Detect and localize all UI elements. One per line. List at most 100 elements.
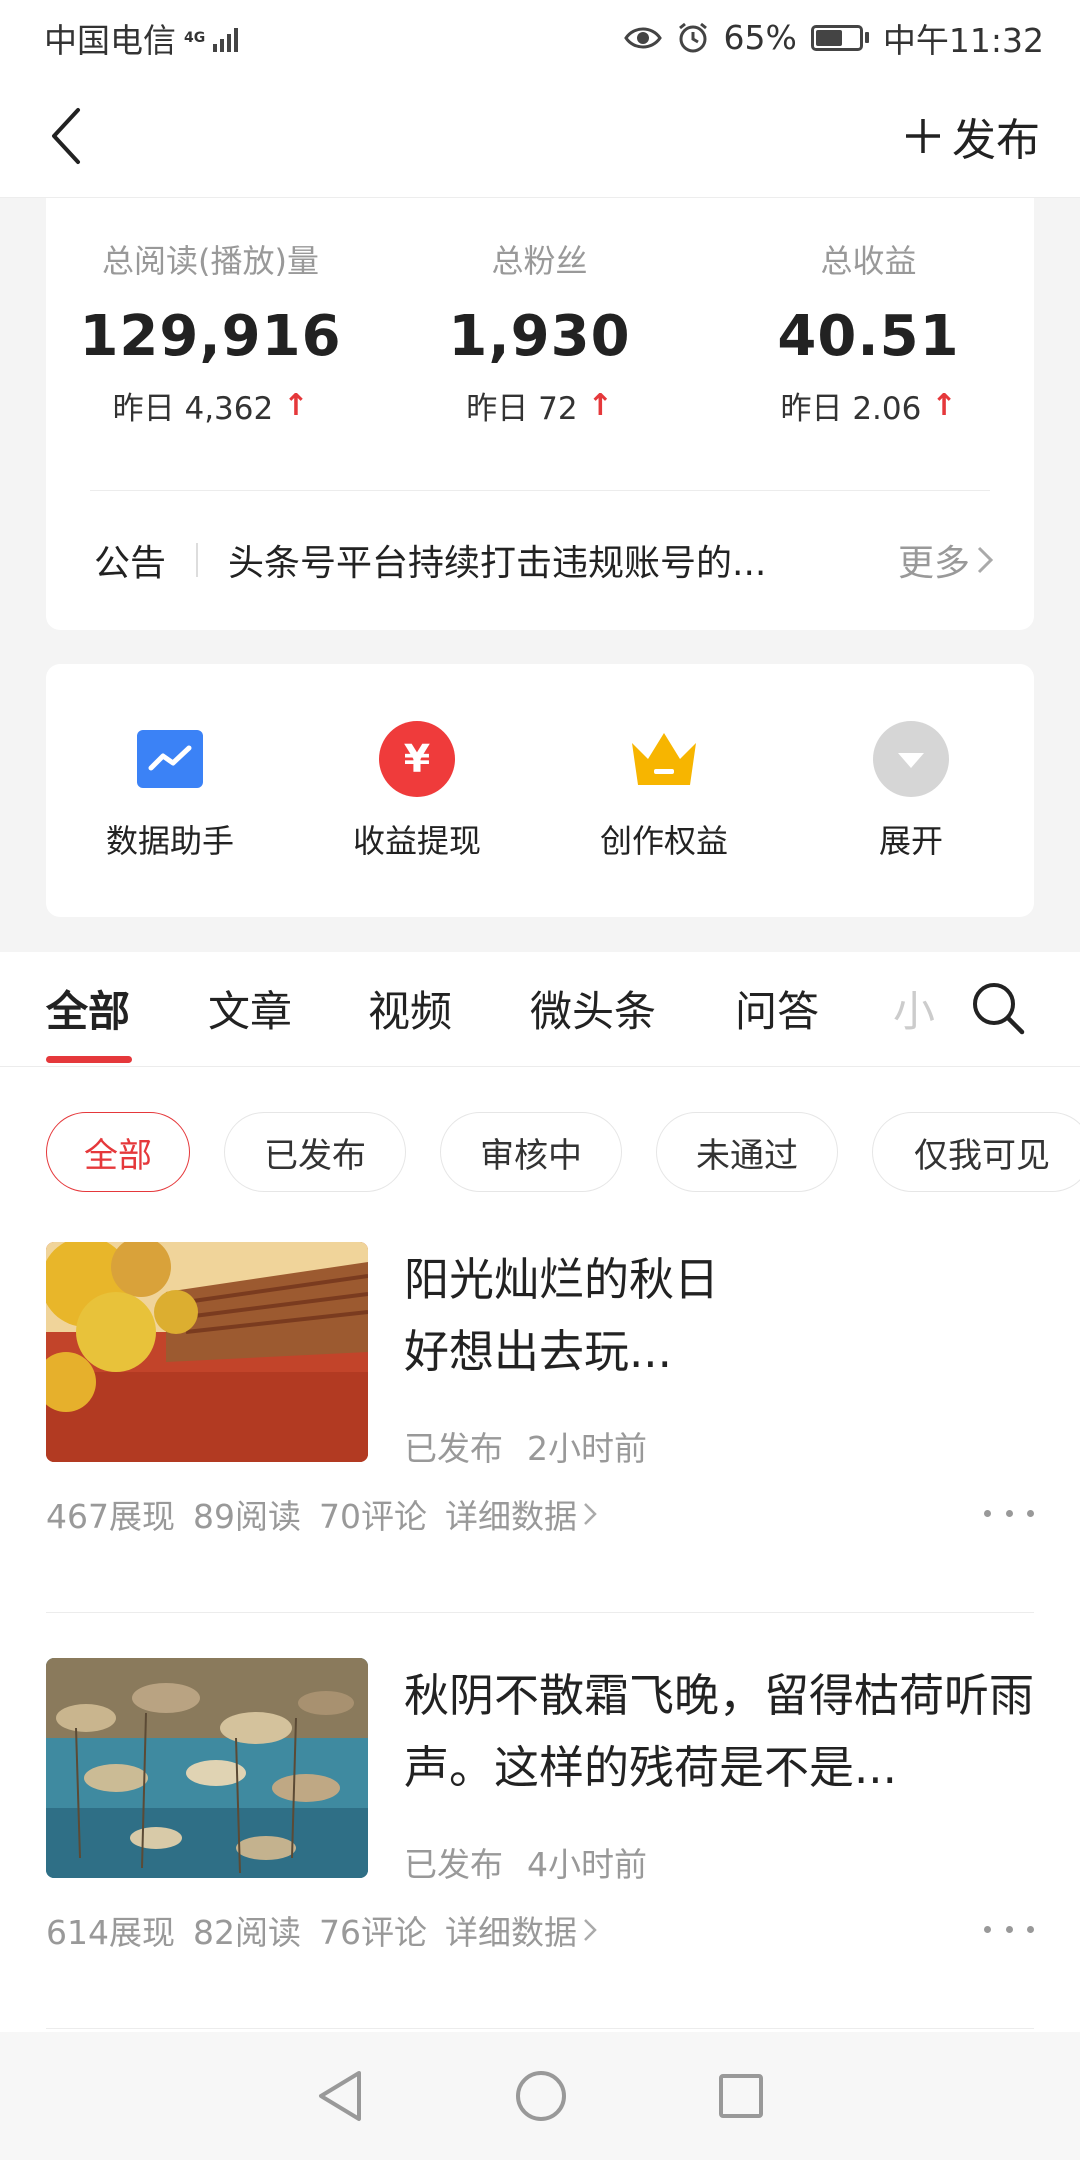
chevron-right-icon — [977, 546, 994, 574]
article-comments: 70评论 — [319, 1497, 427, 1536]
tab-qa[interactable]: 问答 — [735, 978, 819, 1039]
stat-yesterday-text: 昨日 4,362 — [112, 391, 274, 427]
tool-withdraw-income[interactable]: ¥ 收益提现 — [327, 720, 507, 880]
divider — [46, 1612, 1034, 1613]
article-views: 614展现 — [46, 1913, 175, 1952]
article-views: 467展现 — [46, 1497, 175, 1536]
stat-yesterday: 昨日 72 ↑ — [466, 383, 612, 428]
stat-value: 129,916 — [79, 304, 342, 369]
stat-total-income[interactable]: 总收益 40.51 昨日 2.06 ↑ — [704, 198, 1033, 488]
publish-button[interactable]: 发布 — [904, 104, 1040, 168]
notice-bar[interactable]: 公告 头条号平台持续打击违规账号的... 更多 — [94, 528, 994, 592]
battery-percent: 65% — [723, 18, 797, 57]
stat-total-reads[interactable]: 总阅读(播放)量 129,916 昨日 4,362 ↑ — [46, 198, 375, 488]
svg-text:¥: ¥ — [404, 737, 430, 781]
back-button[interactable] — [46, 96, 106, 176]
tab-more[interactable]: 小 — [893, 978, 935, 1039]
article-thumbnail — [46, 1658, 368, 1878]
article-stats: 614展现 82阅读 76评论 详细数据 — [46, 1906, 597, 1954]
crown-icon — [625, 720, 703, 798]
tool-creator-benefits[interactable]: 创作权益 — [574, 720, 754, 880]
search-button[interactable] — [970, 980, 1030, 1040]
network-type: 4G — [184, 29, 206, 46]
filter-published[interactable]: 已发布 — [224, 1112, 406, 1192]
tool-data-assistant[interactable]: 数据助手 — [80, 720, 260, 880]
stats-card: 总阅读(播放)量 129,916 昨日 4,362 ↑ 总粉丝 1,930 昨日… — [46, 198, 1034, 630]
status-bar: 中国电信 4G 65% 中午11:32 — [0, 0, 1080, 75]
detail-label: 详细数据 — [445, 1913, 577, 1952]
article-reads: 89阅读 — [193, 1497, 301, 1536]
stat-value: 1,930 — [448, 304, 631, 369]
stat-yesterday: 昨日 2.06 ↑ — [780, 383, 956, 428]
tool-label: 数据助手 — [105, 822, 234, 860]
chevron-left-icon — [52, 108, 80, 164]
yuan-icon: ¥ — [378, 720, 456, 798]
nav-bar: 发布 — [0, 75, 1080, 198]
article-time: 2小时前 — [527, 1429, 647, 1468]
arrow-up-icon: ↑ — [283, 388, 309, 423]
tab-micro-posts[interactable]: 微头条 — [530, 978, 656, 1039]
divider — [46, 2028, 1034, 2029]
notice-text: 头条号平台持续打击违规账号的... — [228, 543, 767, 584]
filter-chips: 全部 已发布 审核中 未通过 仅我可见 — [0, 1112, 1080, 1192]
system-nav-bar — [0, 2032, 1080, 2160]
plus-icon — [906, 119, 940, 153]
expand-icon — [872, 720, 950, 798]
tool-expand[interactable]: 展开 — [821, 720, 1001, 880]
active-tab-indicator — [46, 1056, 132, 1063]
article-status: 已发布 — [404, 1845, 503, 1884]
article-item[interactable]: 秋阴不散霜飞晚，留得枯荷听雨声。这样的残荷是不是... 已发布 4小时前 614… — [46, 1658, 1034, 1958]
filter-reviewing[interactable]: 审核中 — [440, 1112, 622, 1192]
signal-icon — [213, 27, 239, 52]
stat-label: 总阅读(播放)量 — [102, 242, 319, 280]
article-meta: 已发布 2小时前 — [404, 1422, 647, 1470]
article-detail-link[interactable]: 详细数据 — [445, 1490, 597, 1538]
tool-label: 创作权益 — [599, 822, 728, 860]
tab-articles[interactable]: 文章 — [208, 978, 292, 1039]
tool-label: 展开 — [878, 822, 943, 860]
more-options-icon[interactable] — [984, 1914, 1034, 1944]
stat-label: 总收益 — [820, 242, 917, 280]
chart-icon — [131, 720, 209, 798]
stat-yesterday-text: 昨日 72 — [466, 391, 578, 427]
article-detail-link[interactable]: 详细数据 — [445, 1906, 597, 1954]
detail-label: 详细数据 — [445, 1497, 577, 1536]
stat-label: 总粉丝 — [491, 242, 588, 280]
tab-all[interactable]: 全部 — [46, 978, 130, 1039]
article-time: 4小时前 — [527, 1845, 647, 1884]
recents-square-icon[interactable] — [717, 2072, 765, 2120]
stat-yesterday: 昨日 4,362 ↑ — [113, 383, 309, 428]
publish-label: 发布 — [952, 115, 1040, 166]
status-left: 中国电信 4G — [44, 14, 243, 62]
article-item[interactable]: 阳光灿烂的秋日 好想出去玩... 已发布 2小时前 467展现 89阅读 70评… — [46, 1242, 1034, 1542]
tab-videos[interactable]: 视频 — [368, 978, 452, 1039]
notice-title: 公告 — [94, 543, 167, 584]
filter-all[interactable]: 全部 — [46, 1112, 190, 1192]
filter-private[interactable]: 仅我可见 — [872, 1112, 1080, 1192]
content-tabs: 全部 文章 视频 微头条 问答 小 — [0, 952, 1080, 1067]
chevron-right-icon — [584, 1503, 597, 1525]
carrier-label: 中国电信 — [44, 20, 176, 60]
article-title: 秋阴不散霜飞晚，留得枯荷听雨声。这样的残荷是不是... — [404, 1669, 1034, 1794]
clock: 中午11:32 — [882, 20, 1044, 60]
alarm-icon — [678, 22, 707, 52]
search-icon — [973, 983, 1025, 1035]
notice-separator — [196, 543, 199, 577]
back-triangle-icon[interactable] — [315, 2069, 365, 2123]
stats-row: 总阅读(播放)量 129,916 昨日 4,362 ↑ 总粉丝 1,930 昨日… — [46, 198, 1034, 488]
article-thumbnail — [46, 1242, 368, 1462]
more-options-icon[interactable] — [984, 1498, 1034, 1528]
home-circle-icon[interactable] — [514, 2069, 568, 2123]
notice-more-link[interactable]: 更多 — [898, 534, 994, 586]
status-right: 65% 中午11:32 — [623, 14, 1044, 62]
stat-total-fans[interactable]: 总粉丝 1,930 昨日 72 ↑ — [375, 198, 704, 488]
stat-value: 40.51 — [777, 304, 960, 369]
article-status: 已发布 — [404, 1429, 503, 1468]
chevron-right-icon — [584, 1919, 597, 1941]
tool-label: 收益提现 — [352, 822, 481, 860]
article-comments: 76评论 — [319, 1913, 427, 1952]
content-panel: 全部 文章 视频 微头条 问答 小 全部 已发布 审核中 未通过 仅我可见 阳光… — [0, 952, 1080, 2032]
notice-more-label: 更多 — [897, 543, 970, 584]
filter-rejected[interactable]: 未通过 — [656, 1112, 838, 1192]
article-stats: 467展现 89阅读 70评论 详细数据 — [46, 1490, 597, 1538]
